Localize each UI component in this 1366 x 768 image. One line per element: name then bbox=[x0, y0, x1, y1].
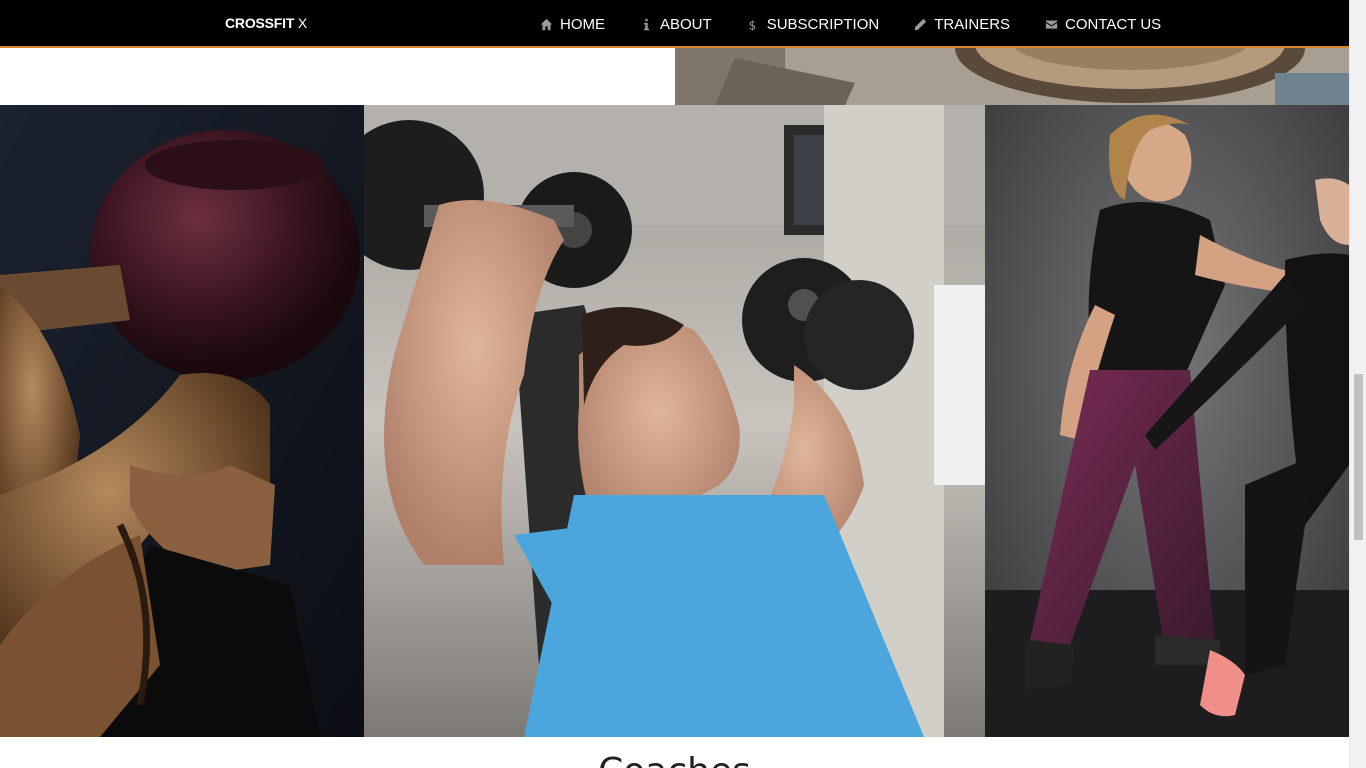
nav-item-trainers[interactable]: TRAINERS bbox=[912, 16, 1010, 33]
svg-text:$: $ bbox=[749, 18, 757, 31]
nav-label-subscription: SUBSCRIPTION bbox=[766, 15, 880, 33]
photo-gallery bbox=[0, 105, 1349, 737]
top-navbar: CROSSFIT X HOME ABOUT $ SUBSCRIPTION TRA… bbox=[0, 0, 1349, 48]
brand-logo[interactable]: CROSSFIT X bbox=[225, 15, 307, 31]
nav-item-about[interactable]: ABOUT bbox=[638, 16, 712, 33]
pencil-icon bbox=[912, 16, 928, 32]
nav-item-subscription[interactable]: $ SUBSCRIPTION bbox=[745, 16, 880, 33]
main-nav: HOME ABOUT $ SUBSCRIPTION TRAINERS CONTA… bbox=[538, 0, 1161, 48]
page: CROSSFIT X HOME ABOUT $ SUBSCRIPTION TRA… bbox=[0, 0, 1366, 768]
page-scrollbar[interactable] bbox=[1349, 0, 1366, 768]
coaches-section: Coaches bbox=[0, 737, 1349, 768]
hero-photo-weight-plate bbox=[675, 48, 1349, 105]
hero-section-bottom bbox=[0, 48, 675, 105]
scrollbar-thumb[interactable] bbox=[1354, 374, 1363, 540]
dollar-icon: $ bbox=[745, 16, 761, 32]
brand-name: CROSSFIT bbox=[225, 15, 295, 31]
photo-trainer-client bbox=[985, 105, 1349, 737]
nav-label-trainers: TRAINERS bbox=[934, 15, 1011, 33]
nav-label-about: ABOUT bbox=[660, 15, 712, 33]
nav-item-home[interactable]: HOME bbox=[538, 16, 605, 33]
photo-dumbbell-press bbox=[364, 105, 985, 737]
nav-item-contact[interactable]: CONTACT US bbox=[1043, 16, 1161, 33]
photo-kettlebell bbox=[0, 105, 364, 737]
nav-label-home: HOME bbox=[560, 15, 605, 33]
envelope-icon bbox=[1043, 16, 1059, 32]
info-icon bbox=[638, 16, 654, 32]
brand-suffix: X bbox=[297, 15, 308, 31]
home-icon bbox=[538, 16, 554, 32]
nav-label-contact: CONTACT US bbox=[1065, 15, 1162, 33]
coaches-heading: Coaches bbox=[0, 751, 1349, 768]
